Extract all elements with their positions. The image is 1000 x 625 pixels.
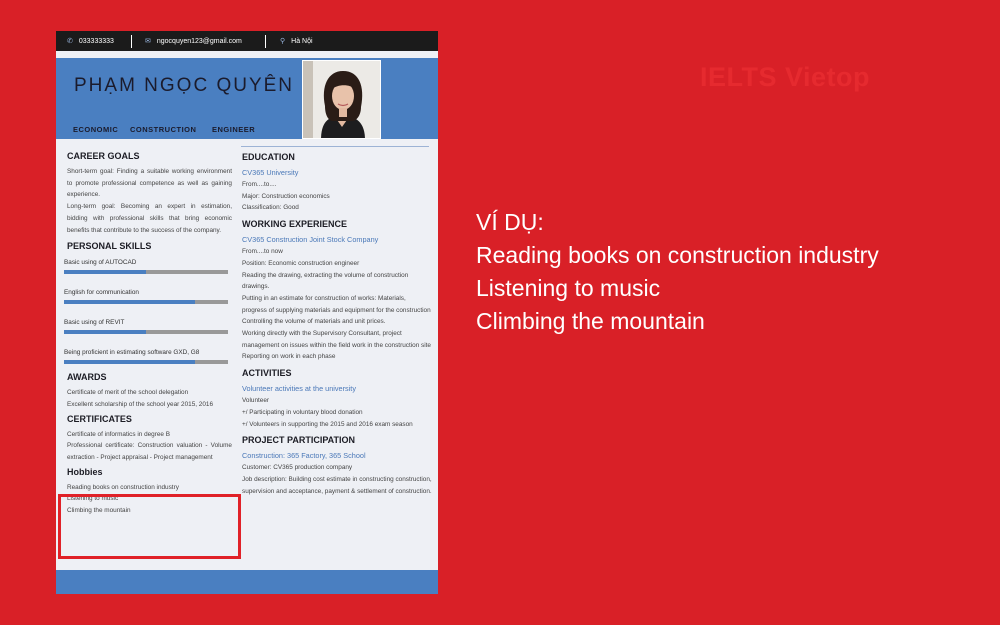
contact-location: ⚲ Hà Nội: [280, 37, 313, 46]
role-word-3: ENGINEER: [212, 125, 256, 134]
school-name: CV365 University: [242, 168, 299, 177]
experience-line: Position: Economic construction engineer: [242, 259, 360, 267]
skill-bar-fill: [64, 330, 146, 335]
section-title: CERTIFICATES: [67, 413, 132, 424]
divider: [131, 35, 132, 48]
company-name: CV365 Construction Joint Stock Company: [242, 235, 379, 245]
profile-photo: [302, 60, 381, 139]
role-word-2: CONSTRUCTION: [130, 125, 197, 134]
example-item: Listening to music: [476, 275, 661, 301]
activity-line: +/ Participating in voluntary blood dona…: [242, 408, 363, 416]
activities-section: ACTIVITIES Volunteer activities at the u…: [242, 368, 432, 430]
section-title: PROJECT PARTICIPATION: [242, 435, 356, 446]
divider: [265, 35, 266, 48]
header-rule: [241, 146, 429, 147]
example-item: Reading books on construction industry: [476, 242, 879, 268]
email-icon: ✉: [145, 38, 151, 45]
short-term-goal: Short-term goal: Finding a suitable work…: [67, 168, 232, 199]
project-description: Job description: Building cost estimate …: [242, 475, 432, 495]
experience-section: WORKING EXPERIENCE CV365 Construction Jo…: [242, 219, 432, 363]
experience-line: Controlling the volume of materials and …: [242, 318, 386, 326]
footer-band: [56, 570, 438, 594]
phone-icon: ✆: [67, 38, 73, 45]
location-text: Hà Nội: [291, 37, 313, 45]
activity-org: Volunteer activities at the university: [242, 384, 356, 394]
career-goals-section: CAREER GOALS Short-term goal: Finding a …: [67, 151, 232, 236]
award-item: Excellent scholarship of the school year…: [67, 400, 214, 408]
contact-email: ✉ ngocquyen123@gmail.com: [145, 37, 242, 46]
skill-bar: [64, 270, 228, 275]
experience-line: Putting in an estimate for construction …: [242, 294, 431, 314]
example-item: Climbing the mountain: [476, 308, 705, 334]
section-title: WORKING EXPERIENCE: [242, 219, 348, 230]
skill-bar: [64, 300, 228, 305]
education-classification: Classification: Good: [242, 204, 299, 212]
hobby-item: Reading books on construction industry: [67, 483, 179, 491]
section-title: CAREER GOALS: [67, 151, 140, 161]
activity-line: +/ Volunteers in supporting the 2015 and…: [242, 420, 413, 428]
experience-line: Reading the drawing, extracting the volu…: [242, 271, 409, 291]
email-text: ngocquyen123@gmail.com: [156, 37, 242, 45]
skill-label: Basic using of AUTOCAD: [64, 259, 137, 267]
experience-period: From....to now: [242, 248, 283, 256]
education-section: EDUCATION CV365 University From....to...…: [242, 152, 432, 214]
skill-bar-fill: [64, 270, 146, 275]
skill-bar-fill: [64, 360, 196, 365]
skill-bar-fill: [64, 300, 196, 305]
projects-section: PROJECT PARTICIPATION Construction: 365 …: [242, 435, 432, 497]
section-title: EDUCATION: [242, 152, 295, 162]
role-word-1: ECONOMIC: [73, 125, 119, 134]
section-title: AWARDS: [67, 372, 107, 383]
skill-label: English for communication: [64, 289, 139, 297]
skills-list: Basic using of AUTOCAD English for commun…: [64, 256, 232, 365]
certificates-section: CERTIFICATES Certificate of informatics …: [67, 414, 232, 464]
skill-label: Basic using of REVIT: [64, 319, 125, 327]
example-panel: VÍ DỤ: Reading books on construction ind…: [476, 206, 879, 338]
education-period: From....to....: [242, 181, 277, 188]
location-pin-icon: ⚲: [280, 38, 286, 45]
contact-phone: ✆ 033333333: [67, 37, 114, 46]
education-major: Major: Construction economics: [242, 192, 330, 200]
skill-bar: [64, 330, 228, 335]
experience-line: Working directly with the Supervisory Co…: [242, 330, 431, 349]
section-title: ACTIVITIES: [242, 368, 292, 379]
section-title: Hobbies: [67, 466, 103, 477]
section-title: PERSONAL SKILLS: [67, 241, 152, 252]
brand-logo: IELTS Vietop: [700, 62, 871, 92]
right-column: EDUCATION CV365 University From....to...…: [242, 152, 432, 502]
phone-text: 033333333: [78, 37, 114, 45]
skill-bar: [64, 360, 228, 365]
cv-document: ✆ 033333333 ✉ ngocquyen123@gmail.com ⚲ H…: [56, 31, 438, 594]
awards-section: AWARDS Certificate of merit of the schoo…: [67, 372, 232, 410]
activity-line: Volunteer: [242, 397, 270, 405]
candidate-name: PHẠM NGỌC QUYÊN: [74, 75, 295, 96]
skill-label: Being proficient in estimating software …: [64, 349, 200, 357]
left-column: CAREER GOALS Short-term goal: Finding a …: [64, 151, 232, 517]
hobbies-highlight-box: [58, 494, 241, 559]
certificate-item: Professional certificate: Construction v…: [67, 442, 232, 462]
skills-section: PERSONAL SKILLS Basic using of AUTOCAD En…: [64, 241, 232, 365]
award-item: Certificate of merit of the school deleg…: [67, 389, 189, 397]
certificate-item: Certificate of informatics in degree B: [67, 430, 171, 438]
project-name: Construction: 365 Factory, 365 School: [242, 451, 366, 461]
portrait-image: [303, 61, 380, 138]
contact-bar: ✆ 033333333 ✉ ngocquyen123@gmail.com ⚲ H…: [56, 31, 438, 51]
project-customer: Customer: CV365 production company: [242, 464, 353, 472]
example-title: VÍ DỤ:: [476, 209, 544, 235]
experience-line: Reporting on work in each phase: [242, 353, 336, 361]
long-term-goal: Long-term goal: Becoming an expert in es…: [67, 203, 232, 234]
